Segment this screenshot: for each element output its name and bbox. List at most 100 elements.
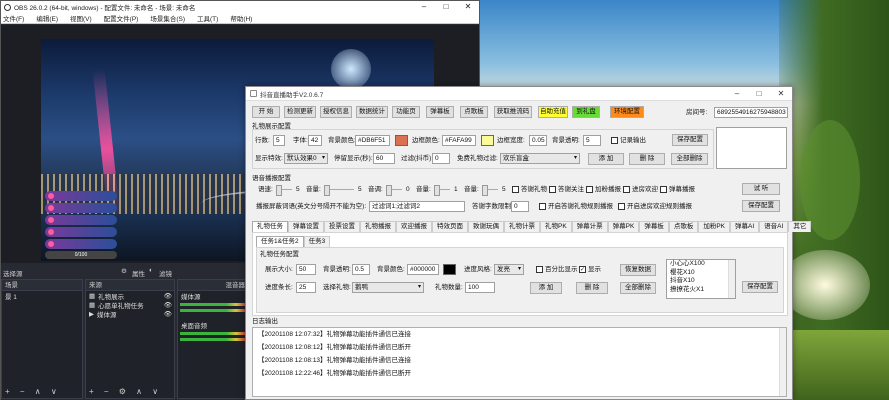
bg-opacity-input[interactable]: 5 [583, 135, 601, 146]
task-save-button[interactable]: 保存配置 [742, 281, 778, 293]
filter-input[interactable]: 0 [432, 153, 450, 164]
fans-slider[interactable] [482, 184, 498, 196]
gift-select[interactable]: 鹅鸭 [352, 282, 424, 293]
test-listen-button[interactable]: 试 听 [742, 183, 780, 195]
danmaku-broadcast-checkbox[interactable]: 弹幕播报 [660, 184, 695, 195]
env-config-button[interactable]: 环境配置 [610, 106, 644, 118]
list-item[interactable]: 抖音X10 [667, 277, 735, 286]
opacity-input[interactable]: 0.5 [352, 264, 370, 275]
feature-page-button[interactable]: 功能页 [392, 106, 420, 118]
thanks-gift-checkbox[interactable]: 答谢礼物 [512, 184, 547, 195]
room-id-input[interactable]: 6892554916275948803 [714, 107, 788, 118]
tab-thanks-doll[interactable]: 致谢玩偶 [468, 221, 504, 232]
menu-tools[interactable]: 工具(T) [197, 13, 218, 23]
thanks-follow-checkbox[interactable]: 答谢关注 [549, 184, 584, 195]
menu-scene-collection[interactable]: 场景集合(S) [150, 13, 185, 23]
minimize-icon[interactable]: – [413, 1, 435, 13]
list-item[interactable]: 樱花X10 [667, 269, 735, 278]
close-icon[interactable]: ✕ [770, 88, 792, 100]
tab-danmaku-vote[interactable]: 弹幕计票 [571, 221, 608, 232]
size-input[interactable]: 50 [296, 264, 316, 275]
gift-display-preview-list[interactable] [716, 127, 787, 169]
voice-slider[interactable] [434, 184, 450, 196]
gift-rule-checkbox[interactable]: 开启答谢礼物规则播报 [539, 201, 613, 212]
stay-input[interactable]: 60 [373, 153, 395, 164]
welcome-rule-checkbox[interactable]: 开启进房欢迎规则播报 [618, 201, 692, 212]
border-color-input[interactable]: #FAFA99 [442, 135, 476, 146]
tab-task-1-2[interactable]: 任务1&任务2 [256, 236, 304, 247]
tab-welcome-broadcast[interactable]: 欢迎播报 [396, 221, 432, 232]
restore-data-button[interactable]: 恢复数据 [620, 264, 656, 276]
tab-danmaku-ai[interactable]: 弹幕AI [730, 221, 760, 232]
gift-filter-select[interactable]: 欢乐盲盒 [500, 153, 580, 164]
welcome-checkbox[interactable]: 进房欢迎 [623, 184, 658, 195]
show-checkbox[interactable]: ✓ 显示 [579, 264, 601, 275]
list-scrollbar[interactable] [728, 260, 735, 298]
record-output-checkbox[interactable]: 记录输出 [611, 135, 646, 146]
tab-gift-task[interactable]: 礼物任务 [252, 221, 288, 232]
danmaku-board-button[interactable]: 弹幕板 [426, 106, 454, 118]
maximize-icon[interactable]: □ [748, 88, 770, 100]
task-gift-list[interactable]: 小心心X100 樱花X10 抖音X10 撩撩花火X1 [666, 259, 736, 299]
statistics-button[interactable]: 数据统计 [356, 106, 388, 118]
fans-broadcast-checkbox[interactable]: 加粉播报 [586, 184, 621, 195]
voice-save-button[interactable]: 保存配置 [742, 200, 780, 212]
effect-select[interactable]: 默认效果0 [284, 153, 328, 164]
license-button[interactable]: 授权信息 [320, 106, 352, 118]
gift-display-delete-all-button[interactable]: 全部删除 [671, 153, 708, 165]
border-color-swatch[interactable] [481, 135, 494, 146]
gift-display-delete-button[interactable]: 删 除 [629, 153, 665, 165]
percent-checkbox[interactable]: 百分比显示 [536, 264, 578, 275]
tab-danmaku-pk[interactable]: 弹幕PK [607, 221, 640, 232]
task-delete-all-button[interactable]: 全部删除 [620, 282, 656, 294]
task-bg-color-input[interactable]: #000000 [407, 264, 439, 275]
tab-other[interactable]: 其它 [788, 221, 812, 232]
volume-slider[interactable] [324, 184, 354, 196]
log-output[interactable]: 【20201108 12:07:32】礼物弹幕功能插件通信已连接 【202011… [252, 327, 787, 397]
minimize-icon[interactable]: – [726, 88, 748, 100]
menu-help[interactable]: 帮助(H) [230, 13, 252, 23]
tab-song-board[interactable]: 点歌板 [668, 221, 699, 232]
filter-icon[interactable]: ◐ [149, 267, 153, 274]
length-input[interactable]: 25 [296, 282, 316, 293]
source-item[interactable]: ▶ 媒体源 👁 [86, 309, 174, 319]
tab-vote-settings[interactable]: 投票设置 [324, 221, 360, 232]
speed-slider[interactable] [276, 184, 292, 196]
rows-input[interactable]: 5 [273, 135, 285, 146]
tab-gift-vote[interactable]: 礼物计票 [504, 221, 540, 232]
get-stream-key-button[interactable]: 获取推流码 [494, 106, 532, 118]
scene-item[interactable]: 景 1 [2, 291, 82, 301]
font-input[interactable]: 42 [308, 135, 322, 146]
eye-icon[interactable]: 👁 [164, 301, 174, 309]
tab-task-3[interactable]: 任务3 [303, 236, 331, 247]
gift-panel-button[interactable]: 到礼盘 [572, 106, 600, 118]
bg-color-swatch[interactable] [395, 135, 408, 146]
properties-button[interactable]: 属性 [132, 268, 145, 278]
gift-display-save-button[interactable]: 保存配置 [672, 134, 708, 146]
bg-color-input[interactable]: #DB6F51 [355, 135, 390, 146]
thanks-limit-input[interactable]: 0 [511, 201, 529, 212]
tab-effects-page[interactable]: 特效页面 [432, 221, 468, 232]
gear-icon[interactable]: ⚙ [121, 267, 127, 275]
menu-view[interactable]: 视图(V) [70, 13, 92, 23]
menu-edit[interactable]: 编辑(E) [36, 13, 58, 23]
eye-icon[interactable]: 👁 [164, 292, 174, 300]
check-update-button[interactable]: 检测更新 [284, 106, 316, 118]
start-button[interactable]: 开 始 [252, 106, 280, 118]
task-delete-button[interactable]: 删 除 [576, 282, 608, 294]
task-add-button[interactable]: 添 加 [530, 282, 562, 294]
gift-display-add-button[interactable]: 添 加 [588, 153, 624, 165]
pitch-slider[interactable] [386, 184, 402, 196]
tab-gift-broadcast[interactable]: 礼物播报 [360, 221, 396, 232]
menu-file[interactable]: 文件(F) [3, 13, 24, 23]
tab-gift-pk[interactable]: 礼物PK [540, 221, 572, 232]
task-bg-color-swatch[interactable] [443, 264, 456, 275]
sources-toolbar[interactable]: + − ⚙ ∧ ∨ [89, 387, 162, 396]
eye-icon[interactable]: 👁 [164, 310, 174, 318]
tab-danmaku-board[interactable]: 弹幕板 [639, 221, 669, 232]
list-item[interactable]: 撩撩花火X1 [667, 286, 735, 295]
menu-profile[interactable]: 配置文件(P) [104, 13, 139, 23]
maximize-icon[interactable]: □ [435, 1, 457, 13]
tab-danmaku-settings[interactable]: 弹幕设置 [288, 221, 324, 232]
style-select[interactable]: 发亮 [494, 264, 524, 275]
